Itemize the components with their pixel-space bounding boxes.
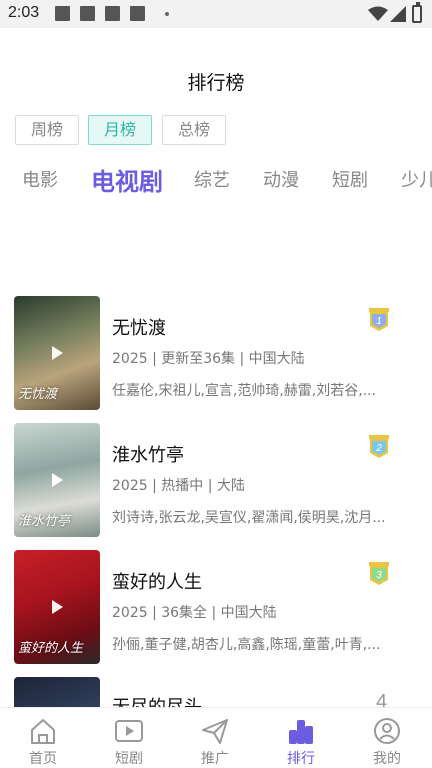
poster-image[interactable]: 蛮好的人生 <box>14 550 100 664</box>
battery-icon <box>412 2 422 23</box>
category-tab-short-drama[interactable]: 短剧 <box>332 166 368 192</box>
poster-caption: 蛮好的人生 <box>18 641 84 656</box>
rank-badge-icon: 3 <box>369 562 389 585</box>
list-item[interactable]: 无尽的尽头 4 <box>14 677 418 707</box>
item-meta: 2025 | 更新至36集 | 中国大陆 <box>112 351 305 367</box>
notification-icon <box>105 6 120 21</box>
tab-weekly[interactable]: 周榜 <box>15 115 79 145</box>
item-title[interactable]: 无忧渡 <box>112 314 166 340</box>
category-tab-movie[interactable]: 电影 <box>22 166 58 192</box>
nav-label: 排行 <box>287 751 315 767</box>
nav-item-short-drama[interactable]: 短剧 <box>86 708 172 768</box>
tab-all-time[interactable]: 总榜 <box>162 115 226 145</box>
play-icon <box>52 473 63 487</box>
rank-number: 4 <box>376 691 388 707</box>
list-item[interactable]: 淮水竹亭 淮水竹亭 2025 | 热播中 | 大陆 刘诗诗,张云龙,吴宣仪,翟潇… <box>14 423 418 537</box>
rank-badge-icon: 2 <box>369 435 389 458</box>
poster-caption: 淮水竹亭 <box>18 514 71 529</box>
category-tab-variety[interactable]: 综艺 <box>194 166 230 192</box>
nav-label: 首页 <box>29 751 57 767</box>
nav-label: 短剧 <box>115 751 143 767</box>
page-title: 排行榜 <box>187 72 245 94</box>
item-meta: 2025 | 热播中 | 大陆 <box>112 478 245 494</box>
nav-label: 推广 <box>201 751 229 767</box>
nav-item-ranking[interactable]: 排行 <box>258 708 344 768</box>
nav-item-home[interactable]: 首页 <box>0 708 86 768</box>
tab-monthly[interactable]: 月榜 <box>88 115 152 145</box>
poster-caption: 无忧渡 <box>18 387 58 402</box>
notification-icon <box>55 6 70 21</box>
category-tab-anime[interactable]: 动漫 <box>263 166 299 192</box>
play-icon <box>52 346 63 360</box>
category-tab-kids[interactable]: 少儿 <box>401 166 432 192</box>
rank-number: 1 <box>376 316 382 327</box>
nav-label: 我的 <box>373 751 401 767</box>
poster-image[interactable]: 淮水竹亭 <box>14 423 100 537</box>
item-title[interactable]: 无尽的尽头 <box>112 693 202 707</box>
nav-item-profile[interactable]: 我的 <box>344 708 430 768</box>
poster-image[interactable]: 无忧渡 <box>14 296 100 410</box>
list-item[interactable]: 无忧渡 无忧渡 2025 | 更新至36集 | 中国大陆 任嘉伦,宋祖儿,宣言,… <box>14 296 418 410</box>
rank-number: 3 <box>376 570 382 581</box>
nav-item-promotion[interactable]: 推广 <box>172 708 258 768</box>
item-cast: 孙俪,董子健,胡杏儿,高鑫,陈瑶,童蕾,叶青,... <box>112 637 381 653</box>
profile-icon <box>374 718 400 744</box>
item-cast: 任嘉伦,宋祖儿,宣言,范帅琦,赫雷,刘若谷,... <box>112 383 377 399</box>
item-cast: 刘诗诗,张云龙,吴宣仪,翟潇闻,侯明昊,沈月... <box>112 510 386 526</box>
item-title[interactable]: 淮水竹亭 <box>112 441 184 467</box>
video-icon <box>115 720 143 742</box>
notification-icon <box>130 6 145 21</box>
play-icon <box>52 600 63 614</box>
bottom-navigation: 首页 短剧 推广 排行 我的 <box>0 707 432 768</box>
status-bar: 2:03 <box>0 0 432 28</box>
rank-number: 2 <box>375 443 382 454</box>
category-tab-tv-series[interactable]: 电视剧 <box>91 162 163 197</box>
signal-icon <box>390 6 406 22</box>
home-icon <box>31 719 55 744</box>
more-notifications-icon <box>165 12 169 16</box>
item-meta: 2025 | 36集全 | 中国大陆 <box>112 605 277 621</box>
send-icon <box>202 719 228 744</box>
notification-icon <box>80 6 95 21</box>
poster-image[interactable] <box>14 677 100 707</box>
item-title[interactable]: 蛮好的人生 <box>112 568 202 594</box>
list-item[interactable]: 蛮好的人生 蛮好的人生 2025 | 36集全 | 中国大陆 孙俪,董子健,胡杏… <box>14 550 418 664</box>
wifi-icon <box>368 6 388 21</box>
rank-badge-icon: 1 <box>369 308 389 331</box>
status-time: 2:03 <box>8 4 40 21</box>
ranking-icon <box>289 720 313 744</box>
